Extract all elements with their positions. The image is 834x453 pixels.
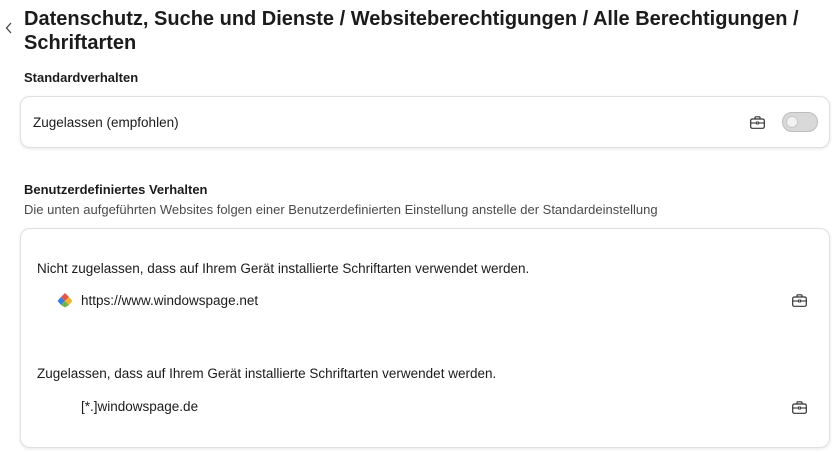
custom-behavior-card: Nicht zugelassen, dass auf Ihrem Gerät i… <box>20 228 830 448</box>
custom-section-heading: Benutzerdefiniertes Verhalten <box>24 182 208 197</box>
briefcase-icon <box>749 115 765 129</box>
windowspage-favicon-icon <box>57 293 73 308</box>
custom-section-description: Die unten aufgeführten Websites folgen e… <box>24 202 658 217</box>
allowed-group-label: Zugelassen, dass auf Ihrem Gerät install… <box>37 366 497 381</box>
default-behavior-toggle[interactable] <box>782 112 818 132</box>
blocked-site-url: https://www.windowspage.net <box>81 293 259 308</box>
chevron-left-icon <box>5 22 12 34</box>
blocked-group-label: Nicht zugelassen, dass auf Ihrem Gerät i… <box>37 261 530 276</box>
allowed-site-url: [*.]windowspage.de <box>81 399 199 414</box>
briefcase-icon <box>791 293 807 307</box>
toggle-knob <box>786 116 798 128</box>
page-title: Datenschutz, Suche und Dienste / Website… <box>24 8 799 54</box>
default-section-heading: Standardverhalten <box>24 70 139 85</box>
settings-page: Datenschutz, Suche und Dienste / Website… <box>0 0 834 453</box>
default-behavior-label: Zugelassen (empfohlen) <box>33 115 179 130</box>
briefcase-icon <box>791 400 807 414</box>
back-button[interactable] <box>0 16 18 40</box>
default-behavior-card: Zugelassen (empfohlen) <box>20 96 830 148</box>
